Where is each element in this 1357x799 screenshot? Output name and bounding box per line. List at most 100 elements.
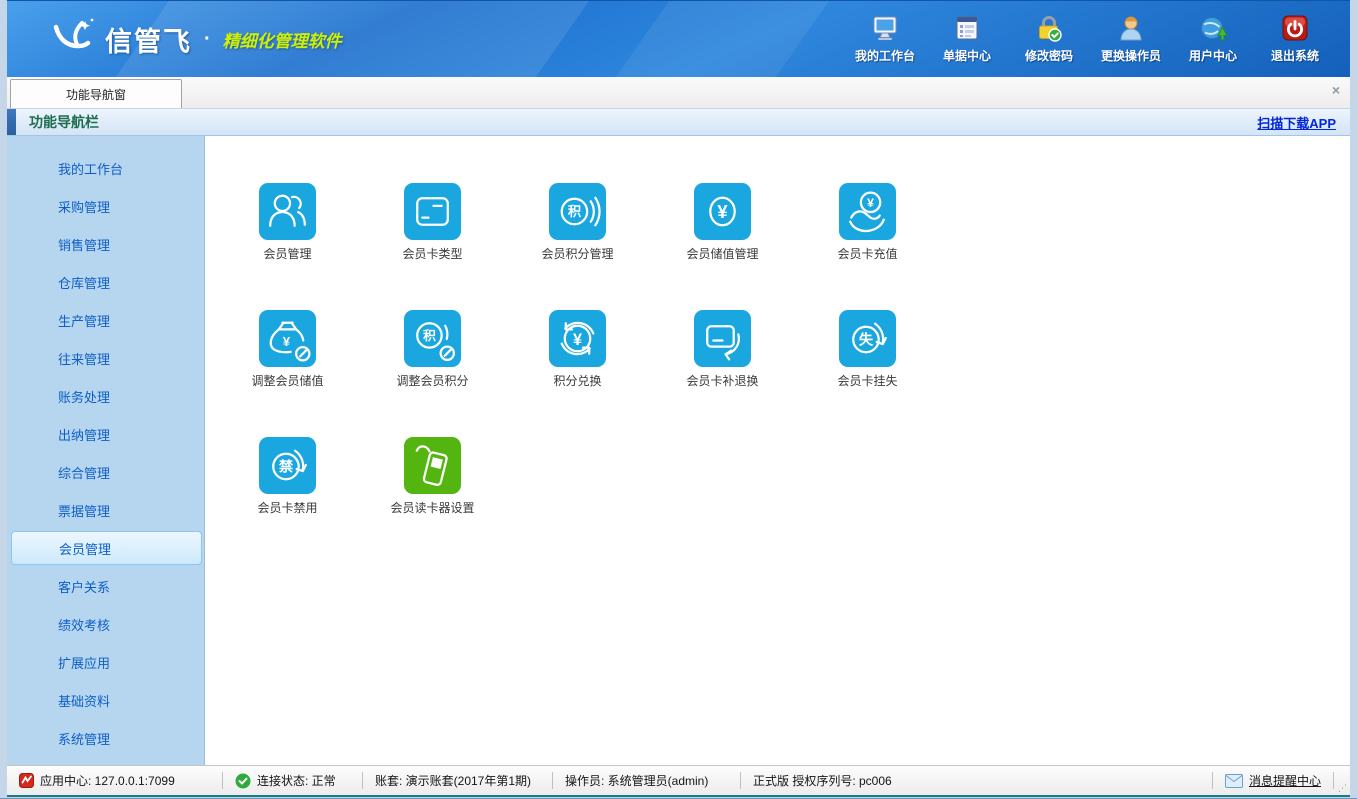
sidebar-item-label: 会员管理	[59, 539, 111, 558]
sidebar-item-3[interactable]: 仓库管理	[7, 263, 204, 301]
tile-1-2[interactable]: ¥ 积分兑换	[505, 310, 650, 389]
sidebar-item-2[interactable]: 销售管理	[7, 225, 204, 263]
grid-row-0: 会员管理会员卡类型积会员积分管理¥会员储值管理¥会员卡充值	[215, 183, 1350, 262]
sidebar-item-7[interactable]: 出纳管理	[7, 415, 204, 453]
user-center-icon	[1198, 13, 1228, 43]
app-subtitle: 精细化管理软件	[223, 27, 342, 52]
points-exchange-icon: ¥	[549, 310, 606, 367]
sidebar-item-0[interactable]: 我的工作台	[7, 149, 204, 187]
card-recharge-icon: ¥	[839, 183, 896, 240]
tab-function-navigator[interactable]: 功能导航窗	[10, 79, 182, 108]
tile-0-0[interactable]: 会员管理	[215, 183, 360, 262]
logo-mark-icon	[49, 17, 95, 62]
card-replace-icon	[694, 310, 751, 367]
tile-label: 积分兑换	[553, 372, 601, 389]
tile-0-3[interactable]: ¥会员储值管理	[650, 183, 795, 262]
toolbar-button-label: 退出系统	[1271, 47, 1319, 64]
status-text: 账套: 演示账套(2017年第1期)	[375, 772, 531, 789]
toolbar-button-label: 修改密码	[1025, 47, 1073, 64]
status-segment-3: 操作员: 系统管理员(admin)	[553, 772, 741, 789]
sidebar-item-10[interactable]: 会员管理	[11, 531, 202, 565]
logo-separator: ·	[204, 28, 211, 51]
tile-label: 会员卡禁用	[257, 499, 317, 516]
header-streak	[557, 0, 857, 77]
message-center-label: 消息提醒中心	[1249, 772, 1321, 789]
sidebar-item-label: 往来管理	[58, 349, 110, 368]
message-center-link[interactable]: 消息提醒中心	[1212, 772, 1334, 789]
svg-text:¥: ¥	[283, 334, 291, 349]
exit-system-icon	[1280, 13, 1310, 43]
sidebar-item-15[interactable]: 系统管理	[7, 719, 204, 757]
tile-1-3[interactable]: 会员卡补退换	[650, 310, 795, 389]
status-segment-4: 正式版 授权序列号: pc006	[741, 772, 1212, 789]
stored-value-icon: ¥	[694, 183, 751, 240]
status-segment-1: 连接状态: 正常	[223, 772, 363, 789]
resize-grip[interactable]: ⋰	[1334, 766, 1350, 795]
svg-text:禁: 禁	[279, 458, 294, 476]
sidebar-item-8[interactable]: 综合管理	[7, 453, 204, 491]
sidebar-item-label: 销售管理	[58, 235, 110, 254]
toolbar-button-0[interactable]: 我的工作台	[844, 13, 926, 64]
toolbar-button-2[interactable]: 修改密码	[1008, 13, 1090, 64]
svg-text:失: 失	[859, 331, 874, 349]
sidebar-item-label: 基础资料	[58, 691, 110, 710]
sidebar-item-11[interactable]: 客户关系	[7, 567, 204, 605]
adjust-stored-value-icon: ¥	[259, 310, 316, 367]
card-loss-icon: 失	[839, 310, 896, 367]
app-window: 信管飞 · 精细化管理软件 我的工作台单据中心修改密码更换操作员用户中心退出系统…	[0, 0, 1357, 799]
toolbar-button-label: 我的工作台	[855, 47, 915, 64]
change-password-icon	[1034, 13, 1064, 43]
workstation-icon	[870, 13, 900, 43]
sidebar-item-label: 仓库管理	[58, 273, 110, 292]
toolbar-button-3[interactable]: 更换操作员	[1090, 13, 1172, 64]
grid-row-1: ¥调整会员储值积调整会员积分¥积分兑换会员卡补退换失会员卡挂失	[215, 310, 1350, 389]
toolbar-button-label: 更换操作员	[1101, 47, 1161, 64]
tile-1-0[interactable]: ¥调整会员储值	[215, 310, 360, 389]
tile-0-2[interactable]: 积会员积分管理	[505, 183, 650, 262]
toolbar-button-1[interactable]: 单据中心	[926, 13, 1008, 64]
sidebar-item-label: 出纳管理	[58, 425, 110, 444]
tile-0-4[interactable]: ¥ 会员卡充值	[795, 183, 940, 262]
sidebar-item-12[interactable]: 绩效考核	[7, 605, 204, 643]
tile-1-1[interactable]: 积调整会员积分	[360, 310, 505, 389]
sidebar-item-14[interactable]: 基础资料	[7, 681, 204, 719]
member-points-icon: 积	[549, 183, 606, 240]
member-card-icon	[404, 183, 461, 240]
sidebar-item-label: 账务处理	[58, 387, 110, 406]
scan-download-app-link[interactable]: 扫描下载APP	[1257, 113, 1336, 132]
main-body: 我的工作台采购管理销售管理仓库管理生产管理往来管理账务处理出纳管理综合管理票据管…	[7, 136, 1350, 765]
sidebar-item-label: 综合管理	[58, 463, 110, 482]
tile-label: 会员卡类型	[402, 245, 462, 262]
sidebar-item-label: 我的工作台	[58, 159, 123, 178]
sidebar-item-label: 票据管理	[58, 501, 110, 520]
tile-0-1[interactable]: 会员卡类型	[360, 183, 505, 262]
tile-label: 会员卡挂失	[837, 372, 897, 389]
app-center-icon	[19, 773, 34, 788]
status-text: 连接状态: 正常	[257, 772, 336, 789]
sidebar-item-4[interactable]: 生产管理	[7, 301, 204, 339]
section-accent-bar	[7, 109, 16, 135]
app-header: 信管飞 · 精细化管理软件 我的工作台单据中心修改密码更换操作员用户中心退出系统	[7, 0, 1350, 77]
sidebar-item-9[interactable]: 票据管理	[7, 491, 204, 529]
sidebar-item-13[interactable]: 扩展应用	[7, 643, 204, 681]
close-icon[interactable]: ×	[1332, 83, 1340, 97]
sidebar-item-label: 客户关系	[58, 577, 110, 596]
tile-2-0[interactable]: 禁会员卡禁用	[215, 437, 360, 516]
tile-1-4[interactable]: 失会员卡挂失	[795, 310, 940, 389]
sidebar-item-6[interactable]: 账务处理	[7, 377, 204, 415]
connection-ok-icon	[235, 773, 251, 789]
sidebar-item-label: 生产管理	[58, 311, 110, 330]
card-disable-icon: 禁	[259, 437, 316, 494]
toolbar-button-5[interactable]: 退出系统	[1254, 13, 1336, 64]
tile-2-1[interactable]: 会员读卡器设置	[360, 437, 505, 516]
sidebar-item-label: 绩效考核	[58, 615, 110, 634]
sidebar-item-label: 采购管理	[58, 197, 110, 216]
tile-label: 会员读卡器设置	[390, 499, 474, 516]
svg-text:¥: ¥	[717, 201, 728, 222]
sidebar-item-1[interactable]: 采购管理	[7, 187, 204, 225]
toolbar-button-4[interactable]: 用户中心	[1172, 13, 1254, 64]
svg-text:¥: ¥	[573, 331, 582, 349]
status-text: 正式版 授权序列号: pc006	[753, 772, 892, 789]
tile-label: 会员卡充值	[837, 245, 897, 262]
sidebar-item-5[interactable]: 往来管理	[7, 339, 204, 377]
